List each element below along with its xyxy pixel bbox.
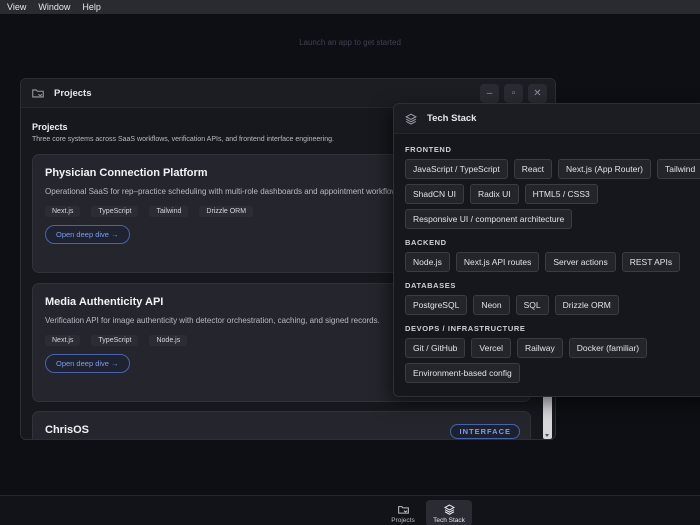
folder-icon: [397, 506, 409, 514]
tech-stack-window-title: Tech Stack: [427, 113, 477, 124]
section-devops: DEVOPS / INFRASTRUCTURE: [405, 324, 526, 333]
skill-chip: Vercel: [471, 338, 512, 358]
tag: Next.js: [45, 335, 81, 346]
skill-chip: Environment-based config: [405, 363, 520, 383]
tech-stack-titlebar[interactable]: Tech Stack: [394, 104, 700, 134]
card-description: Operational SaaS for rep–practice schedu…: [45, 187, 404, 196]
tech-stack-window: Tech Stack FRONTEND JavaScript / TypeScr…: [393, 103, 700, 397]
minimize-button[interactable]: –: [480, 84, 499, 103]
chip-list-frontend: JavaScript / TypeScript React Next.js (A…: [405, 159, 700, 229]
project-card-chrisos[interactable]: ChrisOS INTERFACE: [32, 411, 531, 439]
projects-window-title: Projects: [54, 87, 92, 99]
skill-chip: Drizzle ORM: [554, 295, 619, 315]
taskbar-tech-stack[interactable]: Tech Stack: [426, 500, 472, 525]
tag: Drizzle ORM: [199, 206, 254, 217]
tag: Tailwind: [149, 206, 189, 217]
category-badge: INTERFACE: [450, 424, 520, 439]
skill-chip: HTML5 / CSS3: [524, 184, 598, 204]
card-title: ChrisOS: [45, 424, 90, 436]
tag: TypeScript: [91, 335, 139, 346]
skill-chip: Tailwind: [657, 159, 700, 179]
skill-chip: Git / GitHub: [405, 338, 466, 358]
chip-list-databases: PostgreSQL Neon SQL Drizzle ORM: [405, 295, 700, 315]
skill-chip: Node.js: [405, 252, 450, 272]
desktop-hint: Launch an app to get started: [299, 38, 401, 47]
section-backend: BACKEND: [405, 238, 447, 247]
skill-chip: Server actions: [545, 252, 616, 272]
section-databases: DATABASES: [405, 281, 456, 290]
skill-chip: React: [513, 159, 552, 179]
close-button[interactable]: ✕: [528, 84, 547, 103]
taskbar-projects[interactable]: Projects: [385, 500, 421, 525]
skill-chip: PostgreSQL: [405, 295, 468, 315]
skill-chip: Next.js API routes: [455, 252, 540, 272]
open-deep-dive-button[interactable]: Open deep dive →: [45, 225, 130, 244]
card-description: Verification API for image authenticity …: [45, 316, 380, 325]
layers-icon: [405, 113, 417, 125]
skill-chip: Next.js (App Router): [558, 159, 651, 179]
maximize-button[interactable]: ▫: [504, 84, 523, 103]
tag: TypeScript: [91, 206, 139, 217]
menu-help[interactable]: Help: [82, 2, 101, 12]
skill-chip: SQL: [515, 295, 549, 315]
skill-chip: ShadCN UI: [405, 184, 464, 204]
skill-chip: REST APIs: [621, 252, 681, 272]
menu-view[interactable]: View: [7, 2, 26, 12]
taskbar: Projects Tech Stack: [0, 495, 700, 525]
chip-list-backend: Node.js Next.js API routes Server action…: [405, 252, 700, 272]
menu-window[interactable]: Window: [38, 2, 70, 12]
layers-icon: [443, 504, 455, 515]
skill-chip: Docker (familiar): [568, 338, 648, 358]
skill-chip: Responsive UI / component architecture: [405, 209, 573, 229]
taskbar-label: Tech Stack: [433, 517, 465, 524]
menu-bar: View Window Help: [0, 0, 700, 14]
chip-list-devops: Git / GitHub Vercel Railway Docker (fami…: [405, 338, 700, 383]
skill-chip: Radix UI: [470, 184, 519, 204]
skill-chip: Neon: [473, 295, 510, 315]
folder-icon: [32, 89, 44, 98]
tag: Node.js: [149, 335, 188, 346]
tech-stack-content: FRONTEND JavaScript / TypeScript React N…: [394, 134, 700, 383]
open-deep-dive-button[interactable]: Open deep dive →: [45, 354, 130, 373]
section-frontend: FRONTEND: [405, 145, 452, 154]
skill-chip: Railway: [517, 338, 563, 358]
skill-chip: JavaScript / TypeScript: [405, 159, 508, 179]
scroll-down-arrow-icon[interactable]: [545, 434, 549, 437]
taskbar-label: Projects: [391, 517, 415, 524]
tag: Next.js: [45, 206, 81, 217]
